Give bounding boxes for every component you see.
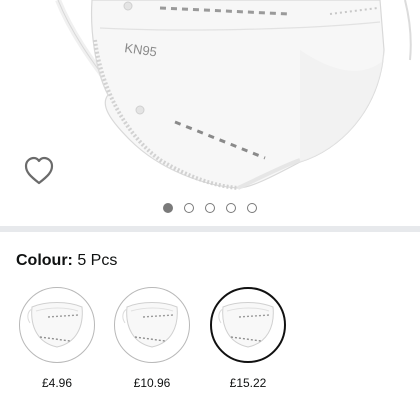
variant-thumbnail	[114, 287, 190, 363]
pagination-dot[interactable]	[184, 203, 194, 213]
product-image-gallery[interactable]: KN95	[0, 0, 420, 225]
colour-selected-value: 5 Pcs	[77, 252, 118, 269]
image-pagination	[0, 203, 420, 213]
section-divider	[0, 226, 420, 232]
variant-thumbnail	[19, 287, 95, 363]
mask-thumbnail-icon	[218, 302, 274, 348]
heart-outline-icon	[24, 156, 54, 185]
variant-option[interactable]: £4.96	[17, 287, 97, 390]
wishlist-button[interactable]	[22, 155, 56, 187]
pagination-dot[interactable]	[247, 203, 257, 213]
pagination-dot[interactable]	[226, 203, 236, 213]
variant-price: £10.96	[133, 376, 171, 390]
colour-label: Colour:	[16, 252, 73, 269]
mask-thumbnail-icon	[122, 302, 178, 348]
mask-thumbnail-icon	[27, 302, 83, 348]
pagination-dot[interactable]	[205, 203, 215, 213]
variant-thumbnail	[210, 287, 286, 363]
colour-selection: Colour: 5 Pcs	[16, 252, 117, 270]
variant-option[interactable]: £10.96	[112, 287, 192, 390]
variant-price: £15.22	[229, 376, 267, 390]
variant-price: £4.96	[41, 376, 73, 390]
product-image: KN95	[55, 0, 412, 190]
pagination-dot[interactable]	[163, 203, 173, 213]
variant-option-selected[interactable]: £15.22	[208, 287, 288, 390]
